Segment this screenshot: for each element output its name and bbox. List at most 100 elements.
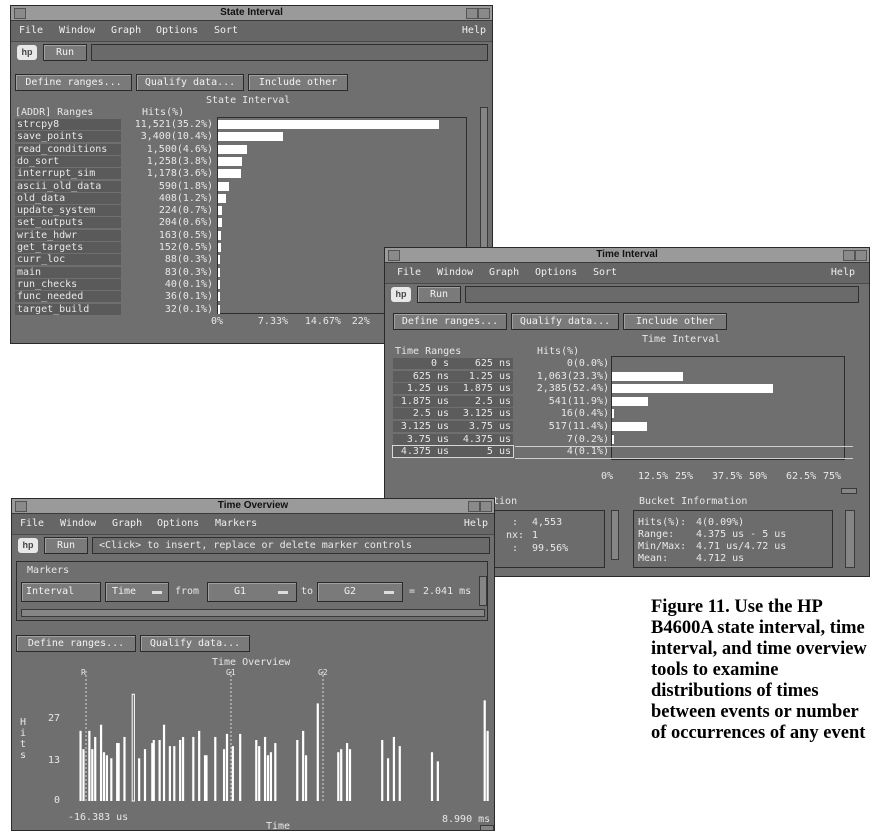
hit-bar[interactable] bbox=[152, 740, 155, 801]
histogram-bar[interactable] bbox=[218, 120, 439, 129]
histogram-bar[interactable] bbox=[218, 156, 242, 166]
histogram-bar[interactable] bbox=[218, 132, 284, 142]
menu-file[interactable]: File bbox=[19, 25, 43, 36]
hit-bar[interactable] bbox=[181, 736, 185, 801]
menu-help[interactable]: Help bbox=[464, 518, 488, 529]
minimize-icon[interactable] bbox=[843, 250, 855, 261]
histogram-bar[interactable] bbox=[218, 230, 222, 240]
include-other-button[interactable]: Include other bbox=[623, 313, 727, 330]
time-range-row[interactable]: 625 ns 1.25 us bbox=[393, 370, 513, 382]
bucket-scrollbar[interactable] bbox=[845, 510, 855, 568]
hit-bar[interactable] bbox=[296, 740, 299, 801]
hit-bar[interactable] bbox=[99, 724, 103, 801]
hit-bar[interactable] bbox=[214, 736, 217, 801]
ranges-column-header[interactable]: Time Ranges bbox=[395, 346, 461, 357]
menu-file[interactable]: File bbox=[397, 267, 421, 278]
hit-bar[interactable] bbox=[102, 752, 106, 801]
hit-bar[interactable] bbox=[255, 740, 258, 801]
menu-file[interactable]: File bbox=[20, 518, 44, 529]
time-range-row[interactable]: 4.375 us 5 us bbox=[392, 445, 514, 459]
hit-bar[interactable] bbox=[436, 761, 439, 801]
hit-bar[interactable] bbox=[117, 743, 120, 801]
define-ranges-button[interactable]: Define ranges... bbox=[16, 635, 136, 652]
hit-bar[interactable] bbox=[131, 693, 135, 802]
range-row-label[interactable]: run_checks bbox=[15, 278, 121, 290]
stats-scrollbar[interactable] bbox=[611, 510, 619, 560]
histogram-bar[interactable] bbox=[218, 144, 247, 154]
menu-sort[interactable]: Sort bbox=[593, 267, 617, 278]
hit-bar[interactable] bbox=[123, 736, 126, 801]
to-marker-dropdown[interactable]: G2 bbox=[317, 582, 403, 602]
hit-bar[interactable] bbox=[192, 736, 195, 801]
run-button[interactable]: Run bbox=[44, 537, 88, 554]
time-range-row[interactable]: 1.875 us 2.5 us bbox=[393, 395, 513, 407]
run-button[interactable]: Run bbox=[43, 44, 87, 61]
menu-graph[interactable]: Graph bbox=[489, 267, 519, 278]
hit-bar[interactable] bbox=[94, 736, 97, 801]
range-row-label[interactable]: get_targets bbox=[15, 242, 121, 253]
range-row-label[interactable]: main bbox=[15, 266, 121, 278]
hit-bar[interactable] bbox=[274, 743, 277, 801]
menu-graph[interactable]: Graph bbox=[112, 518, 142, 529]
histogram-bar[interactable] bbox=[612, 384, 773, 394]
title-bar[interactable]: Time Overview bbox=[12, 499, 494, 514]
range-row-label[interactable]: interrupt_sim bbox=[15, 168, 121, 180]
qualify-data-button[interactable]: Qualify data... bbox=[140, 635, 250, 652]
histogram-bar[interactable] bbox=[218, 218, 222, 228]
menu-graph[interactable]: Graph bbox=[111, 25, 141, 36]
range-row-label[interactable]: set_outputs bbox=[15, 217, 121, 229]
histogram-bar[interactable] bbox=[612, 396, 649, 406]
hit-bar[interactable] bbox=[381, 740, 384, 801]
horizontal-scrollbar-thumb[interactable] bbox=[841, 488, 857, 494]
menu-help[interactable]: Help bbox=[462, 25, 486, 36]
minimize-icon[interactable] bbox=[466, 8, 478, 19]
range-row-label[interactable]: old_data bbox=[15, 192, 121, 204]
menu-help[interactable]: Help bbox=[831, 267, 855, 278]
menu-options[interactable]: Options bbox=[535, 267, 577, 278]
range-row-label[interactable]: target_build bbox=[15, 303, 121, 315]
hit-bar[interactable] bbox=[198, 730, 201, 801]
hits-column-header[interactable]: Hits(%) bbox=[537, 346, 579, 357]
hit-bar[interactable] bbox=[162, 724, 166, 801]
hit-bar[interactable] bbox=[337, 752, 340, 801]
histogram-bar[interactable] bbox=[218, 206, 223, 216]
range-row-label[interactable]: read_conditions bbox=[15, 143, 121, 155]
hit-bar[interactable] bbox=[179, 740, 182, 801]
histogram-bar[interactable] bbox=[612, 434, 614, 444]
hit-bar[interactable] bbox=[302, 730, 305, 801]
hit-bar[interactable] bbox=[143, 749, 147, 801]
hit-bar[interactable] bbox=[348, 749, 352, 801]
title-bar[interactable]: State Interval bbox=[11, 6, 492, 21]
hit-bar[interactable] bbox=[138, 758, 141, 801]
menu-sort[interactable]: Sort bbox=[214, 25, 238, 36]
hit-bar[interactable] bbox=[269, 752, 273, 801]
range-row-label[interactable]: curr_loc bbox=[15, 254, 121, 266]
time-range-row[interactable]: 0 s 625 ns bbox=[393, 358, 513, 369]
hit-bar[interactable] bbox=[486, 730, 489, 801]
histogram-bar[interactable] bbox=[218, 169, 241, 179]
time-range-row[interactable]: 2.5 us 3.125 us bbox=[393, 408, 513, 420]
hit-bar[interactable] bbox=[316, 703, 319, 801]
histogram-bar[interactable] bbox=[218, 267, 220, 277]
histogram-bar[interactable] bbox=[218, 243, 222, 252]
hit-bar[interactable] bbox=[231, 746, 234, 801]
histogram-bar[interactable] bbox=[612, 422, 647, 431]
ranges-column-header[interactable]: [ADDR] Ranges bbox=[15, 107, 93, 118]
histogram-bar[interactable] bbox=[612, 371, 684, 381]
hit-bar[interactable] bbox=[79, 730, 82, 801]
range-row-label[interactable]: update_system bbox=[15, 205, 121, 217]
range-row-label[interactable]: do_sort bbox=[15, 155, 121, 167]
markers-horizontal-scrollbar[interactable] bbox=[21, 609, 485, 617]
hit-bar[interactable] bbox=[258, 746, 261, 801]
time-range-row[interactable]: 3.75 us 4.375 us bbox=[393, 433, 513, 445]
range-row-label[interactable]: ascii_old_data bbox=[15, 180, 121, 192]
time-dropdown[interactable]: Time bbox=[105, 582, 169, 602]
hit-bar[interactable] bbox=[398, 746, 401, 801]
maximize-icon[interactable] bbox=[480, 501, 492, 512]
hit-bar[interactable] bbox=[266, 755, 270, 801]
marker-type-field[interactable]: Interval bbox=[21, 582, 101, 602]
menu-window[interactable]: Window bbox=[60, 518, 96, 529]
hit-bar[interactable] bbox=[263, 736, 267, 801]
hit-bar[interactable] bbox=[225, 733, 229, 801]
range-row-label[interactable]: strcpy8 bbox=[15, 119, 121, 130]
